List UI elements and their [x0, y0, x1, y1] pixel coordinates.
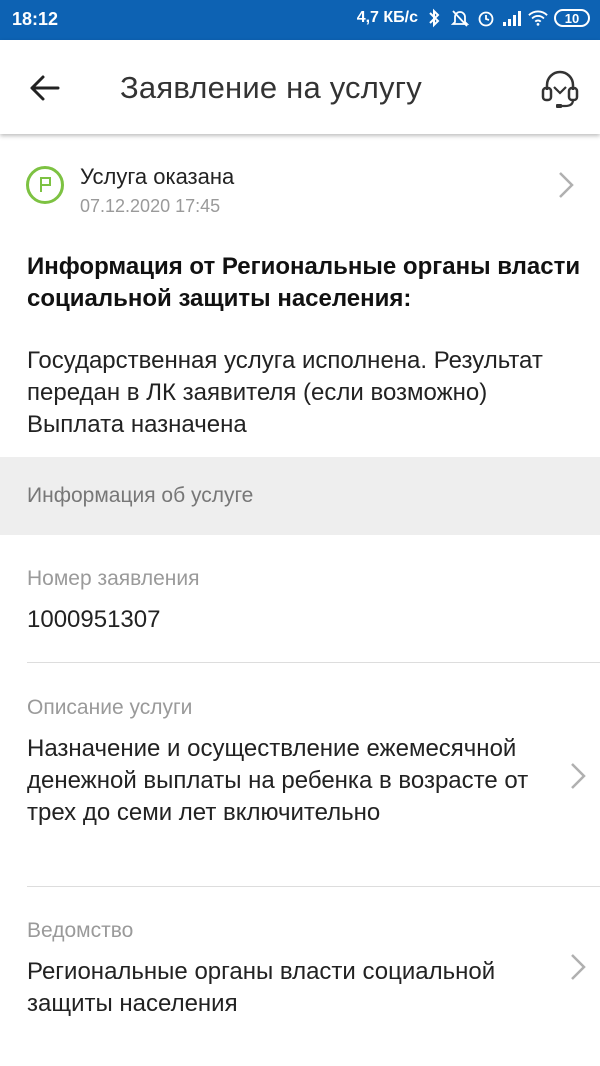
support-button[interactable] [538, 66, 582, 110]
field-department[interactable]: Ведомство Региональные органы власти соц… [0, 914, 600, 1034]
field-label: Описание услуги [27, 696, 193, 719]
alarm-icon [476, 8, 496, 28]
field-value: Назначение и осуществление ежемесячной д… [27, 735, 529, 826]
battery-icon: 10 [554, 9, 590, 27]
signal-icon [502, 8, 522, 28]
flag-icon [26, 166, 64, 204]
page-title: Заявление на услугу [120, 70, 422, 105]
wifi-icon [528, 8, 548, 28]
status-time: 18:12 [12, 9, 59, 29]
status-icons: 4,7 КБ/с 10 [357, 8, 590, 28]
info-title: Информация от Региональные органы власти… [27, 253, 581, 312]
info-text: Государственная услуга исполнена. Резуль… [27, 347, 543, 438]
section-header: Информация об услуге [0, 457, 600, 535]
field-value: Региональные органы власти социальной за… [27, 958, 496, 1017]
service-status-row[interactable]: Услуга оказана 07.12.2020 17:45 [0, 150, 600, 230]
field-label: Ведомство [27, 919, 134, 942]
status-label: Услуга оказана [80, 164, 235, 189]
status-date: 07.12.2020 17:45 [80, 196, 221, 216]
bluetooth-icon [424, 8, 444, 28]
headset-icon [541, 70, 579, 108]
field-value: 1000951307 [27, 606, 161, 633]
field-label: Номер заявления [27, 567, 200, 590]
chevron-right-icon [571, 954, 586, 980]
section-title: Информация об услуге [27, 484, 254, 507]
divider [27, 886, 600, 887]
notifications-off-icon [450, 8, 470, 28]
chevron-right-icon [559, 172, 574, 198]
status-bar: 18:12 4,7 КБ/с 10 [0, 0, 600, 40]
back-button[interactable] [26, 70, 66, 106]
field-application-number: Номер заявления 1000951307 [0, 560, 600, 664]
field-description[interactable]: Описание услуги Назначение и осуществлен… [0, 690, 600, 886]
network-speed: 4,7 КБ/с [356, 9, 418, 26]
arrow-left-icon [30, 75, 60, 101]
divider [27, 662, 600, 663]
app-bar: Заявление на услугу [0, 40, 600, 134]
chevron-right-icon [571, 763, 586, 789]
